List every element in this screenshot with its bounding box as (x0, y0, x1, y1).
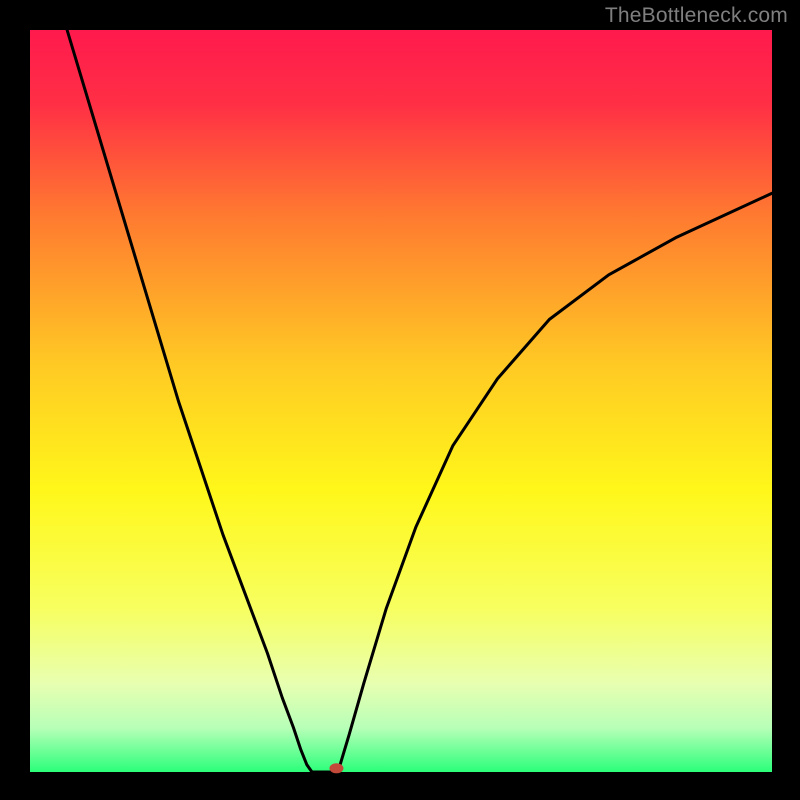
plot-area (30, 30, 772, 772)
bottleneck-chart (0, 0, 800, 800)
chart-stage: TheBottleneck.com (0, 0, 800, 800)
watermark-text: TheBottleneck.com (605, 4, 788, 28)
bottleneck-marker (329, 763, 343, 773)
